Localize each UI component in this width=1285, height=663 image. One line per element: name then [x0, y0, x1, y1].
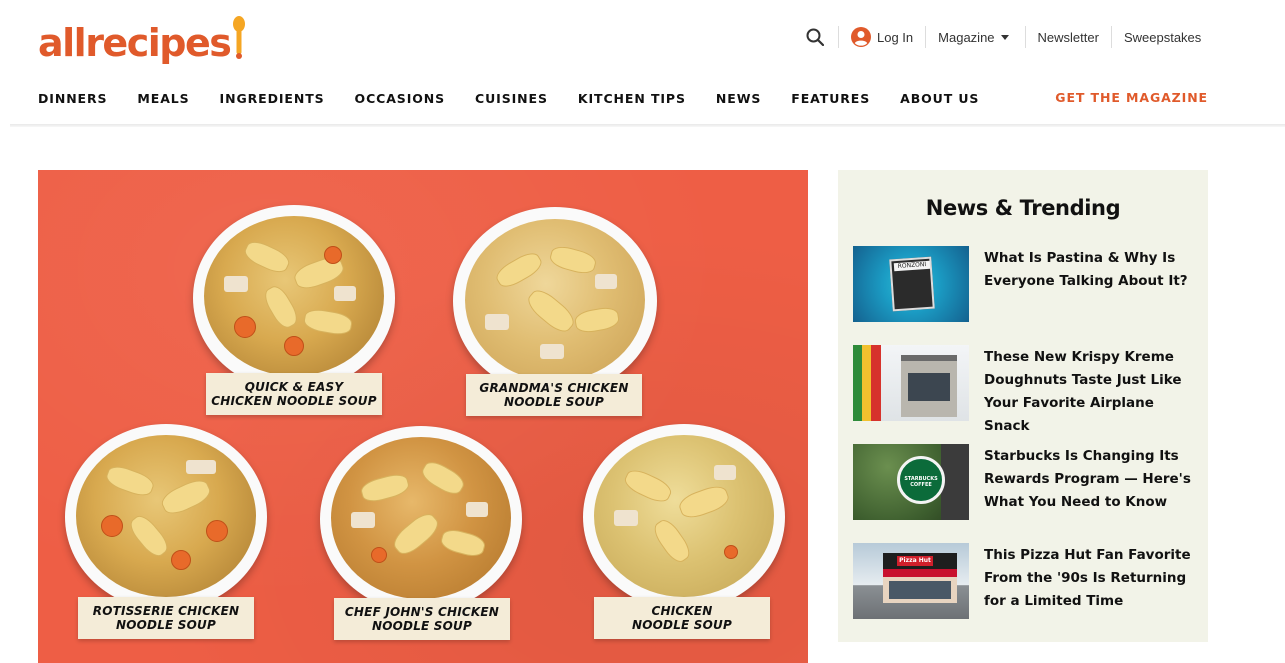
starbucks-logo-text: STARBUCKS COFFEE — [904, 476, 938, 488]
trending-item-title[interactable]: These New Krispy Kreme Doughnuts Taste J… — [984, 346, 1194, 438]
utility-divider — [1110, 26, 1112, 48]
search-button[interactable] — [804, 26, 826, 48]
news-trending-sidebar: News & Trending RONZONI What Is Pastina … — [838, 170, 1208, 642]
label-line: GRANDMA'S CHICKEN — [479, 381, 629, 395]
user-account-icon — [851, 27, 871, 47]
nav-item-about-us[interactable]: ABOUT US — [900, 91, 979, 106]
trending-item-title[interactable]: What Is Pastina & Why Is Everyone Talkin… — [984, 247, 1194, 322]
allrecipes-logo[interactable]: allrecipes — [38, 12, 246, 62]
soup-fill — [465, 219, 645, 381]
soup-fill — [204, 216, 384, 376]
utility-divider — [1024, 26, 1026, 48]
label-line: ROTISSERIE CHICKEN — [92, 604, 240, 618]
main-nav: DINNERS MEALS INGREDIENTS OCCASIONS CUIS… — [38, 90, 1208, 106]
trending-thumbnail[interactable]: STARBUCKS COFFEE — [853, 444, 969, 520]
label-line: NOODLE SOUP — [631, 618, 732, 632]
nav-item-meals[interactable]: MEALS — [137, 91, 189, 106]
trending-thumbnail[interactable] — [853, 345, 969, 421]
label-line: CHICKEN — [651, 604, 713, 618]
header-divider — [10, 124, 1285, 127]
utility-bar: Log In Magazine Newsletter Sweepstakes — [804, 25, 1201, 49]
nav-item-dinners[interactable]: DINNERS — [38, 91, 107, 106]
get-the-magazine-link[interactable]: GET THE MAGAZINE — [1055, 90, 1208, 105]
login-link[interactable]: Log In — [851, 27, 913, 47]
label-line: NOODLE SOUP — [115, 618, 216, 632]
nav-item-occasions[interactable]: OCCASIONS — [355, 91, 446, 106]
trending-item[interactable]: These New Krispy Kreme Doughnuts Taste J… — [853, 345, 1198, 438]
recipe-label: CHEF JOHN'S CHICKEN NOODLE SOUP — [334, 598, 510, 640]
label-line: CHEF JOHN'S CHICKEN — [344, 605, 500, 619]
recipe-label: CHICKEN NOODLE SOUP — [594, 597, 770, 639]
spoon-icon — [233, 16, 246, 59]
sweepstakes-link[interactable]: Sweepstakes — [1124, 30, 1201, 45]
magazine-dropdown[interactable]: Magazine — [938, 29, 1009, 45]
trending-item[interactable]: RONZONI What Is Pastina & Why Is Everyon… — [853, 246, 1198, 322]
newsletter-link[interactable]: Newsletter — [1038, 30, 1099, 45]
search-icon — [806, 28, 824, 46]
trending-thumbnail[interactable]: Pizza Hut — [853, 543, 969, 619]
trending-item-title[interactable]: This Pizza Hut Fan Favorite From the '90… — [984, 544, 1194, 619]
pizza-hut-sign: Pizza Hut — [897, 556, 933, 566]
soup-fill — [594, 435, 774, 597]
hero-image-soup-bowls[interactable]: QUICK & EASY CHICKEN NOODLE SOUP GRANDMA… — [38, 170, 808, 663]
trending-item-title[interactable]: Starbucks Is Changing Its Rewards Progra… — [984, 445, 1194, 520]
utility-divider — [925, 26, 927, 48]
logo-text: allrecipes — [38, 21, 232, 65]
nav-item-ingredients[interactable]: INGREDIENTS — [220, 91, 325, 106]
nav-item-news[interactable]: NEWS — [716, 91, 761, 106]
recipe-label: QUICK & EASY CHICKEN NOODLE SOUP — [206, 373, 382, 415]
label-line: CHICKEN NOODLE SOUP — [211, 394, 377, 408]
login-label: Log In — [877, 29, 914, 45]
recipe-label: ROTISSERIE CHICKEN NOODLE SOUP — [78, 597, 254, 639]
nav-item-kitchen-tips[interactable]: KITCHEN TIPS — [578, 91, 686, 106]
sidebar-title: News & Trending — [925, 196, 1121, 220]
label-line: NOODLE SOUP — [503, 395, 604, 409]
trending-thumbnail[interactable]: RONZONI — [853, 246, 969, 322]
utility-divider — [838, 26, 839, 48]
nav-item-features[interactable]: FEATURES — [791, 91, 870, 106]
magazine-label: Magazine — [938, 29, 995, 45]
soup-fill — [76, 435, 256, 597]
soup-fill — [331, 437, 511, 599]
chevron-down-icon — [1000, 34, 1009, 40]
trending-item[interactable]: Pizza Hut This Pizza Hut Fan Favorite Fr… — [853, 543, 1198, 619]
label-line: NOODLE SOUP — [371, 619, 472, 633]
trending-item[interactable]: STARBUCKS COFFEE Starbucks Is Changing I… — [853, 444, 1198, 520]
label-line: QUICK & EASY — [244, 380, 344, 394]
nav-item-cuisines[interactable]: CUISINES — [475, 91, 548, 106]
recipe-label: GRANDMA'S CHICKEN NOODLE SOUP — [466, 374, 642, 416]
